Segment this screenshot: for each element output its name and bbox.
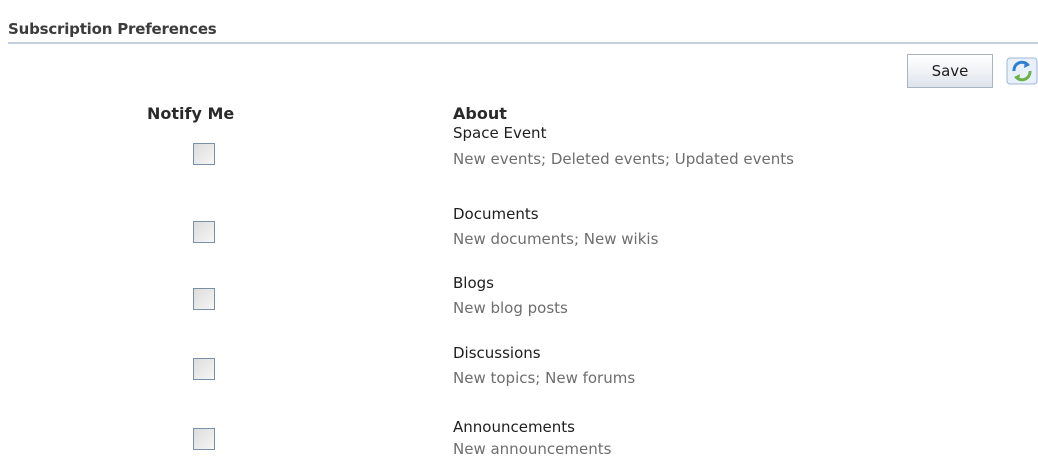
item-description-documents: New documents; New wikis — [453, 230, 659, 248]
column-header-about: About — [453, 104, 507, 123]
item-name-announcements: Announcements — [453, 418, 575, 436]
notify-checkbox-documents[interactable] — [193, 221, 215, 243]
item-description-discussions: New topics; New forums — [453, 369, 636, 387]
page-title: Subscription Preferences — [8, 20, 217, 38]
item-description-announcements: New announcements — [453, 440, 612, 458]
refresh-icon[interactable] — [1006, 55, 1038, 87]
item-description-blogs: New blog posts — [453, 299, 568, 317]
notify-checkbox-announcements[interactable] — [193, 428, 215, 450]
item-name-space-event: Space Event — [453, 124, 547, 142]
notify-checkbox-blogs[interactable] — [193, 288, 215, 310]
save-button[interactable]: Save — [907, 54, 993, 88]
item-name-documents: Documents — [453, 205, 539, 223]
item-description-space-event: New events; Deleted events; Updated even… — [453, 150, 794, 168]
title-divider — [8, 42, 1038, 44]
notify-checkbox-space-event[interactable] — [193, 143, 215, 165]
notify-checkbox-discussions[interactable] — [193, 358, 215, 380]
column-header-notify: Notify Me — [147, 104, 235, 123]
item-name-blogs: Blogs — [453, 274, 494, 292]
item-name-discussions: Discussions — [453, 344, 541, 362]
